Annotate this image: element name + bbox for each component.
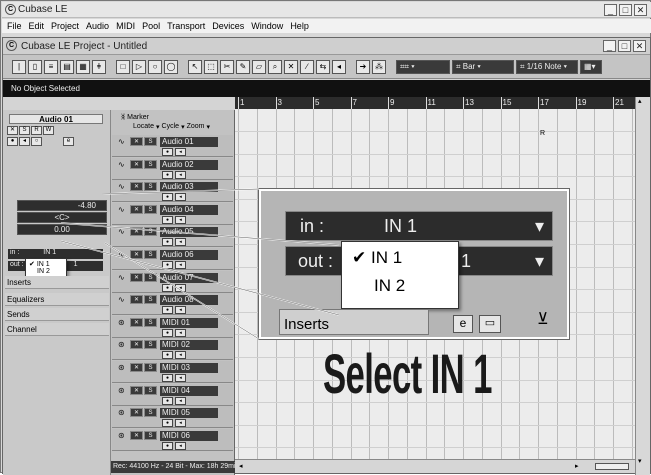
instruction-callout: Select IN 1: [323, 342, 492, 405]
cubase-main-window: C Cubase LE _ □ ✕ File Edit Project Audi…: [0, 0, 651, 475]
